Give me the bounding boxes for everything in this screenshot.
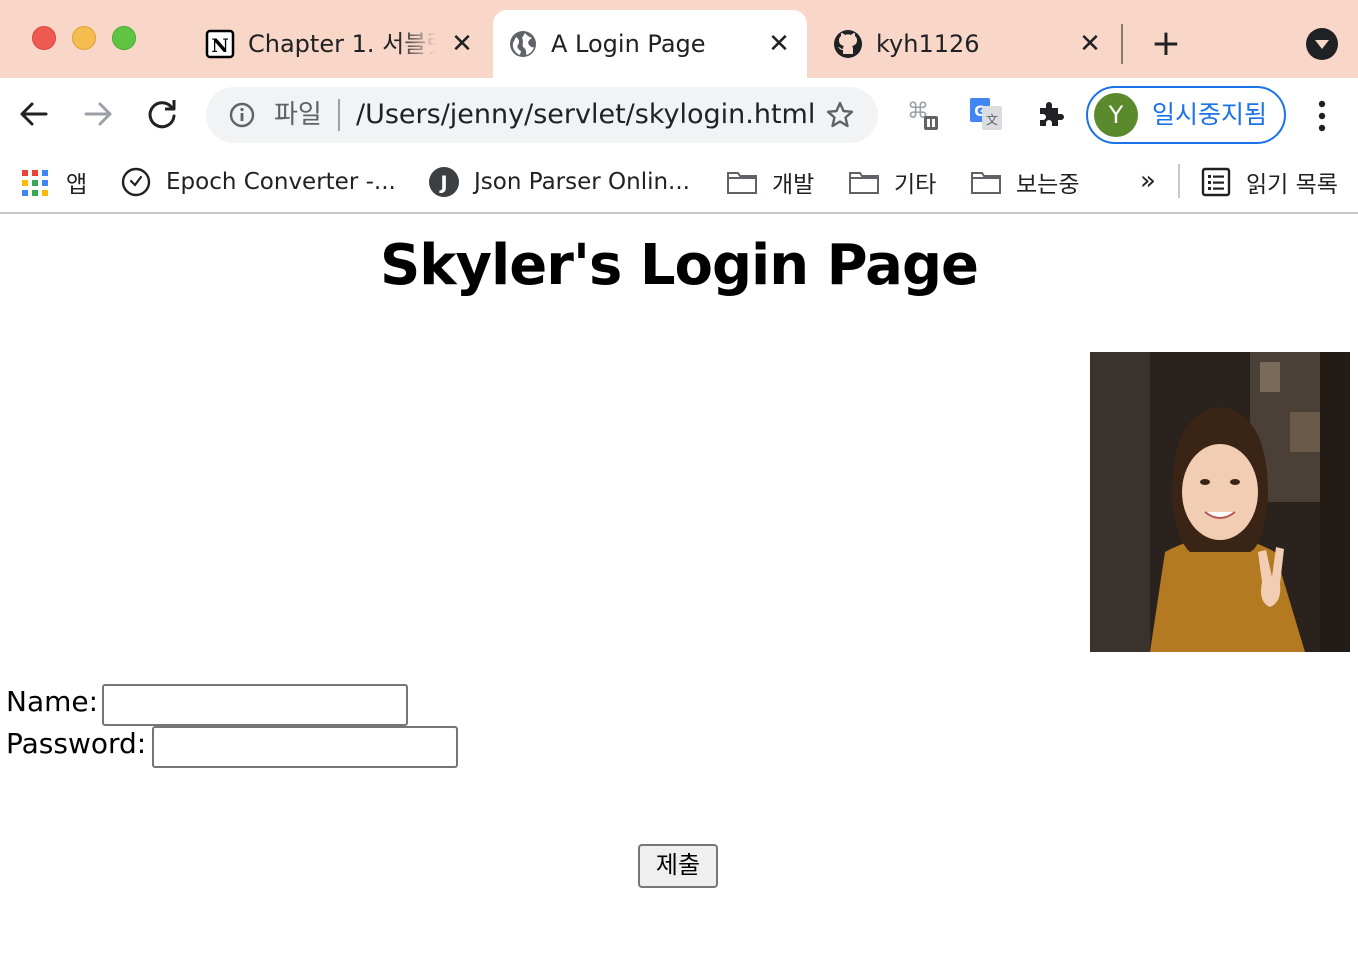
page-title: Skyler's Login Page bbox=[379, 233, 979, 298]
back-arrow-icon[interactable] bbox=[12, 92, 56, 136]
json-j-icon: J bbox=[429, 167, 459, 197]
svg-text:N: N bbox=[211, 35, 228, 57]
submit-button[interactable]: 제출 bbox=[638, 844, 718, 888]
bookmark-label: 개발 bbox=[772, 172, 815, 198]
bookmark-folder-dev[interactable]: 개발 bbox=[726, 162, 814, 202]
password-label: Password: bbox=[6, 727, 147, 760]
name-label: Name: bbox=[6, 685, 99, 718]
folder-icon bbox=[971, 172, 1001, 194]
bookmark-folder-etc[interactable]: 기타 bbox=[848, 162, 936, 202]
profile-photo bbox=[1090, 352, 1350, 652]
bookmark-label: 기타 bbox=[894, 172, 937, 198]
forward-arrow-icon[interactable] bbox=[76, 92, 120, 136]
close-tab-icon[interactable]: ✕ bbox=[448, 30, 476, 58]
tab-chapter-1[interactable]: N Chapter 1. 서블릿 ✕ bbox=[190, 10, 490, 78]
minimize-window-button[interactable] bbox=[72, 26, 96, 50]
bookmark-label: Epoch Converter -... bbox=[166, 169, 396, 195]
page-content: Skyler's Login Page Name: Password: 제출 bbox=[0, 216, 1358, 966]
folder-icon bbox=[727, 172, 757, 194]
zoom-window-button[interactable] bbox=[112, 26, 136, 50]
svg-text:J: J bbox=[438, 172, 447, 194]
browser-toolbar: 파일 /Users/jenny/servlet/skylogin.html ⌘ … bbox=[0, 78, 1358, 152]
address-divider bbox=[338, 99, 340, 131]
bookmark-label: 보는중 bbox=[1016, 172, 1080, 198]
bookmark-json-parser[interactable]: J Json Parser Onlin... bbox=[428, 162, 690, 202]
tab-title: A Login Page bbox=[551, 30, 706, 58]
close-tab-icon[interactable]: ✕ bbox=[1076, 30, 1104, 58]
clock-icon bbox=[121, 167, 151, 197]
name-input[interactable] bbox=[102, 684, 408, 726]
info-icon[interactable] bbox=[228, 101, 256, 129]
address-scheme: 파일 bbox=[274, 100, 322, 130]
extensions-puzzle-icon[interactable] bbox=[1032, 96, 1068, 132]
password-input[interactable] bbox=[152, 726, 458, 768]
tab-login-page[interactable]: A Login Page ✕ bbox=[493, 10, 807, 78]
bookmark-folder-watching[interactable]: 보는중 bbox=[970, 162, 1079, 202]
bookmarks-overflow-chevron-icon[interactable]: » bbox=[1140, 164, 1156, 198]
profile-button[interactable]: Y 일시중지됨 bbox=[1086, 86, 1286, 144]
new-tab-plus-icon[interactable]: + bbox=[1148, 24, 1184, 64]
tab-github[interactable]: kyh1126 ✕ bbox=[818, 10, 1118, 78]
bookmark-star-icon[interactable] bbox=[824, 99, 856, 131]
apps-grid-icon bbox=[22, 170, 48, 196]
bookmark-epoch-converter[interactable]: Epoch Converter -... bbox=[120, 162, 396, 202]
tab-title: kyh1126 bbox=[876, 30, 980, 58]
github-icon bbox=[834, 30, 862, 58]
avatar: Y bbox=[1094, 93, 1138, 137]
svg-text:文: 文 bbox=[986, 112, 998, 127]
reading-list-label: 읽기 목록 bbox=[1246, 172, 1338, 198]
close-tab-icon[interactable]: ✕ bbox=[765, 30, 793, 58]
tab-separator bbox=[1121, 24, 1123, 64]
command-extension-icon[interactable]: ⌘ bbox=[904, 96, 940, 132]
tab-title: Chapter 1. 서블릿 bbox=[248, 30, 436, 58]
close-window-button[interactable] bbox=[32, 26, 56, 50]
tab-strip: N Chapter 1. 서블릿 ✕ A Login Page ✕ kyh112… bbox=[0, 0, 1358, 78]
google-translate-icon[interactable]: G 文 bbox=[968, 96, 1004, 132]
reading-list-icon bbox=[1201, 167, 1231, 197]
address-bar[interactable]: 파일 /Users/jenny/servlet/skylogin.html bbox=[206, 87, 878, 143]
bookmarks-bar: 앱 Epoch Converter -... J Json Parser Onl… bbox=[0, 152, 1358, 214]
reload-icon[interactable] bbox=[140, 92, 184, 136]
bookmark-label: 앱 bbox=[66, 172, 88, 198]
profile-status-label: 일시중지됨 bbox=[1152, 100, 1268, 129]
bookmark-apps[interactable]: 앱 bbox=[20, 162, 87, 202]
folder-icon bbox=[849, 172, 879, 194]
reading-list-button[interactable]: 읽기 목록 bbox=[1200, 162, 1338, 202]
bookmark-label: Json Parser Onlin... bbox=[474, 169, 690, 195]
more-menu-icon[interactable] bbox=[1306, 96, 1338, 136]
notion-icon: N bbox=[205, 29, 235, 59]
globe-icon bbox=[510, 31, 536, 57]
address-url[interactable]: /Users/jenny/servlet/skylogin.html bbox=[356, 98, 815, 132]
tab-search-chevron-icon[interactable] bbox=[1306, 28, 1338, 60]
bookmarks-separator bbox=[1178, 164, 1180, 198]
